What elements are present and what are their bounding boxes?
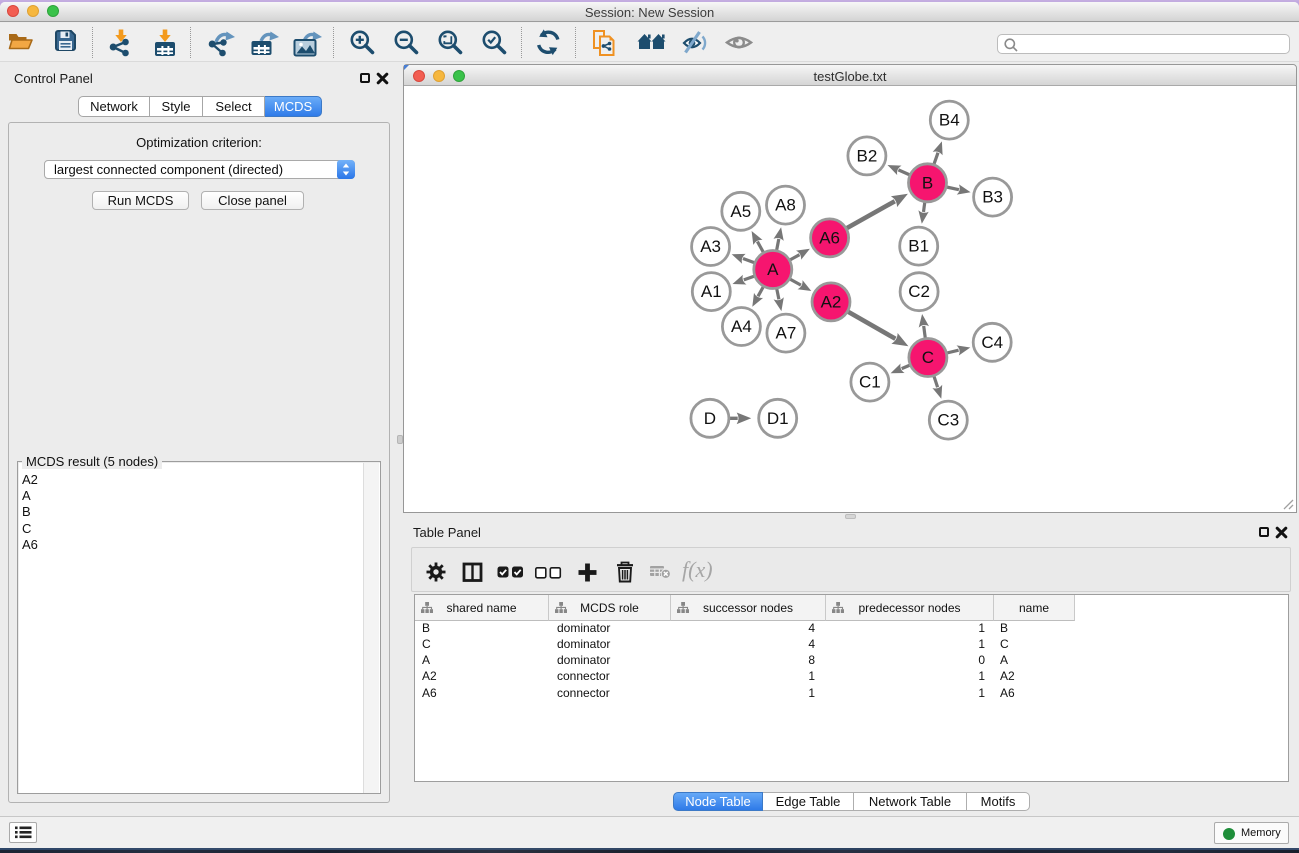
svg-text:B2: B2 (857, 146, 878, 165)
svg-text:C: C (922, 348, 934, 367)
svg-text:B1: B1 (908, 237, 929, 256)
svg-text:B: B (922, 173, 933, 192)
svg-text:D: D (704, 409, 716, 428)
svg-text:A4: A4 (731, 317, 752, 336)
svg-text:C2: C2 (908, 282, 930, 301)
svg-text:A7: A7 (776, 324, 797, 343)
svg-text:C1: C1 (859, 373, 881, 392)
svg-text:A2: A2 (821, 292, 842, 311)
svg-text:A: A (767, 260, 779, 279)
svg-text:B4: B4 (939, 111, 960, 130)
svg-text:A1: A1 (701, 282, 722, 301)
svg-text:D1: D1 (767, 409, 789, 428)
svg-text:A3: A3 (700, 237, 721, 256)
svg-text:C3: C3 (937, 411, 959, 430)
svg-text:A6: A6 (819, 228, 840, 247)
svg-text:C4: C4 (981, 333, 1003, 352)
svg-text:A8: A8 (775, 196, 796, 215)
svg-text:A5: A5 (730, 202, 751, 221)
svg-text:B3: B3 (982, 188, 1003, 207)
